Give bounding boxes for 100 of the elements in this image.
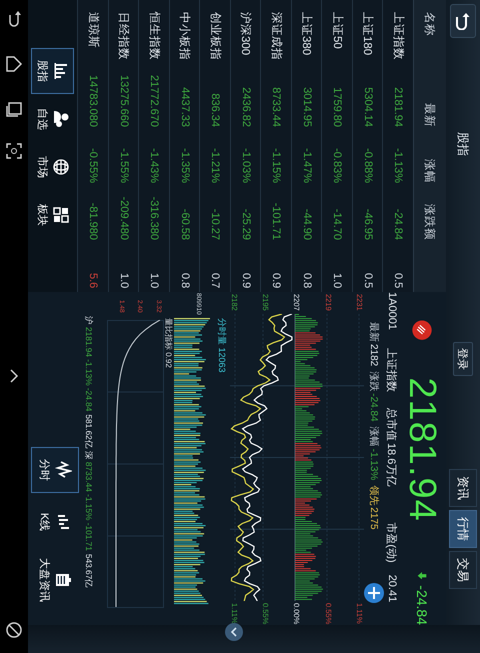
table-cell: 13275.660 (118, 75, 130, 127)
table-cell-text: 5.6 (87, 272, 100, 288)
stat-label: 市盈(动) (384, 522, 398, 563)
person-icon (53, 110, 70, 128)
ticker-value: 2182 (368, 344, 380, 366)
index-code: 1A0001 (386, 292, 398, 330)
ticker-label: 领先 (367, 485, 380, 506)
collapse-button[interactable] (225, 623, 243, 641)
add-button[interactable] (364, 583, 384, 603)
table-cell-text: 2436.82 (240, 86, 252, 127)
table-cell-text: 1.0 (118, 272, 130, 288)
recent-apps-icon[interactable] (5, 100, 23, 118)
blocked-icon[interactable] (5, 621, 23, 639)
section-tab[interactable]: 自选 (31, 96, 74, 142)
table-cell-text: -60.58 (178, 208, 191, 240)
document-icon (56, 571, 72, 589)
table-cell-text: -1.47% (300, 147, 313, 183)
tab[interactable]: 交易 (449, 551, 477, 589)
table-cell-text: 上证180 (360, 11, 374, 58)
table-cell-text: -1.13% (392, 147, 404, 183)
wave-icon (56, 461, 72, 479)
ticker-value: -1.13% (368, 448, 380, 480)
ticker-value: 2175 (368, 507, 380, 530)
index-price: 2181.94 (400, 377, 444, 522)
table-cell-text: 1759.80 (331, 86, 344, 127)
ticker-label: 涨跌 (367, 371, 380, 392)
table-cell-text: 上证指数 (390, 11, 406, 62)
table-cell-text: 0.5 (392, 272, 404, 288)
table-cell-text: 创业板指 (208, 11, 222, 62)
column-header: 涨幅 (422, 158, 436, 183)
table-cell-text: -1.43% (148, 147, 160, 183)
stat-value: 18.6万亿 (384, 442, 398, 486)
table-cell-text: -25.29 (240, 208, 252, 240)
globe-icon (53, 158, 70, 176)
price-change: -24.84 (414, 585, 430, 625)
summary-text: 581.62亿 (84, 414, 94, 448)
table-cell-text: 上证380 (299, 11, 314, 58)
table-cell-text: -1.15% (270, 147, 282, 183)
column-header: 最新 (422, 102, 436, 127)
plus-icon (368, 587, 380, 599)
volume-label: 分时量 12063 (216, 318, 228, 373)
tab[interactable]: 行情 (449, 510, 477, 548)
table-cell-text: -101.71 (270, 202, 282, 240)
back-button[interactable] (450, 4, 476, 38)
ticker-value: -24.84 (368, 393, 380, 422)
column-header: 名称 (422, 11, 436, 38)
table-cell-text: 恒生指数 (146, 10, 162, 62)
table-cell-text: 3014.95 (300, 86, 313, 127)
login-button[interactable]: 登录 (453, 342, 473, 376)
summary-text: 深 (84, 450, 94, 459)
table-cell-text: 0.9 (240, 272, 252, 288)
table-cell-text: 0.8 (178, 272, 191, 288)
table-cell-text: -14.70 (331, 208, 344, 240)
home-icon[interactable] (5, 55, 23, 73)
table-cell-text: 0.7 (209, 272, 222, 288)
table-cell-text: -1.35% (178, 147, 191, 183)
table-cell-text: 道琼斯 (86, 11, 100, 50)
table-cell-text: 中小板指 (177, 11, 192, 62)
chart-tab[interactable]: 大盘资讯 (31, 551, 79, 609)
section-tab[interactable]: 股指 (31, 48, 74, 94)
table-cell-text: 2181.94 (392, 86, 404, 127)
table-cell-text: 日经指数 (116, 11, 130, 62)
table-cell-text: 1.0 (148, 272, 160, 288)
table-cell-text: -81.980 (87, 202, 100, 240)
table-cell-text: 上证50 (330, 11, 344, 51)
table-cell-text: -1.03% (240, 147, 252, 183)
ticker-label: 最新 (367, 322, 380, 342)
index-name: 上证指数 (384, 348, 398, 392)
tab[interactable]: 资讯 (449, 469, 477, 507)
section-tab[interactable]: 板块 (31, 192, 74, 238)
table-cell-text: 0.8 (300, 272, 313, 288)
table-cell-text: 深证成指 (268, 11, 284, 62)
back-icon (455, 12, 471, 30)
table-cell-text: -316.380 (148, 196, 160, 240)
section-tab[interactable]: 市场 (31, 144, 74, 190)
chart-tab[interactable]: 分时 (31, 447, 79, 493)
table-cell: 21772.670 (148, 75, 160, 127)
chart-tab[interactable]: K线 (31, 499, 79, 545)
table-cell-text: 4437.33 (178, 86, 191, 127)
stat-label: 总市值 (384, 408, 398, 441)
table-cell-text: 1.0 (331, 272, 344, 288)
table-cell: 14783.080 (87, 75, 100, 127)
table-cell-text: -1.55% (118, 147, 130, 183)
ticker-label: 涨幅 (367, 426, 380, 447)
table-cell-text: 0.5 (362, 272, 374, 288)
ratio-label: 量比指标 0.92 (164, 318, 174, 368)
table-cell-text: -1.21% (209, 147, 222, 183)
screenshot-icon[interactable] (5, 142, 23, 160)
table-cell-text: 836.34 (209, 92, 222, 127)
table-cell-text: 5304.14 (362, 86, 374, 127)
table-cell-text: -46.95 (362, 208, 374, 240)
screen-title: 股指 (456, 132, 472, 156)
table-cell-text: 沪深300 (238, 11, 253, 58)
grid-icon (53, 206, 70, 224)
summary-text: 沪 (84, 316, 94, 324)
summary-text: 8733.44 -1.15% -101.71 (84, 462, 94, 551)
stat-value: 20.41 (386, 574, 398, 602)
table-cell-text: -0.83% (331, 147, 344, 183)
table-cell-text: -0.88% (362, 147, 374, 183)
table-cell-text: 8733.44 (270, 86, 282, 127)
